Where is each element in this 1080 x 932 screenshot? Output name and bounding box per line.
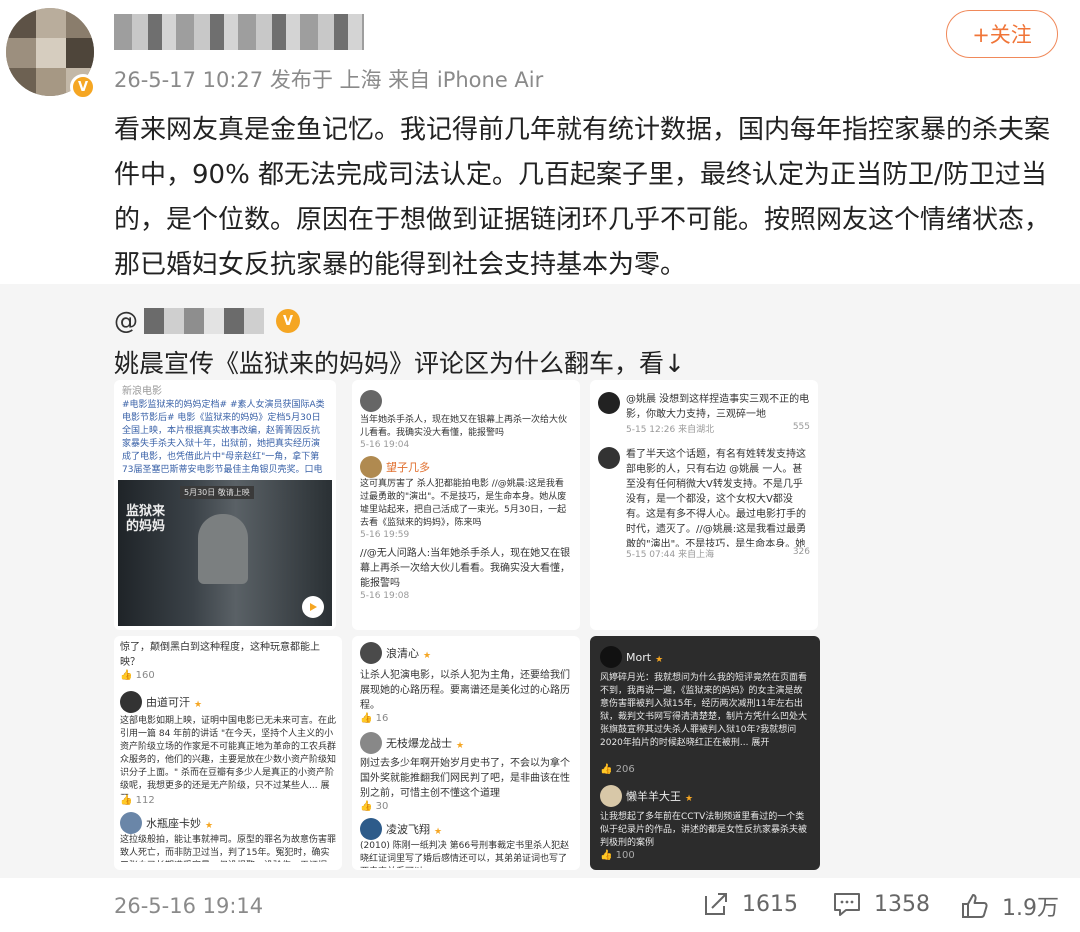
follow-button[interactable]: +关注: [946, 10, 1058, 58]
comment-likes[interactable]: 16: [376, 713, 389, 724]
repost-author[interactable]: @ V: [114, 304, 300, 338]
comment-text: @姚晨 没想到这样捏造事实三观不正的电影，你敢大力支持，三观碎一地: [626, 394, 810, 420]
comment-text: 这部电影如期上映，证明中国电影已无未来可言。在此引用一篇 84 年前的讲话 "在…: [120, 716, 336, 795]
commenter-avatar: [600, 785, 622, 807]
commenter-name: 望子几多: [386, 461, 430, 474]
commenter-avatar: [120, 691, 142, 713]
thumbs-up-icon: [962, 894, 988, 918]
commenter-avatar: [360, 390, 382, 412]
commenter-name: 由道可汗: [146, 696, 190, 709]
image-1[interactable]: 新浪电影 #电影监狱来的妈妈定档# #素人女演员获国际A类电影节影后# 电影《监…: [114, 380, 336, 630]
commenter-avatar: [598, 447, 620, 469]
image-5[interactable]: 浪清心 ★ 让杀人犯演电影，以杀人犯为主角，还要给我们展现她的心路历程。要离谱还是…: [352, 636, 580, 870]
repost-button[interactable]: 1615: [702, 890, 798, 918]
person-figure: [198, 514, 248, 584]
share-icon: [705, 893, 727, 915]
post-meta: 26-5-17 10:27 发布于 上海 来自 iPhone Air: [114, 68, 544, 92]
reposted-post[interactable]: @ V 姚晨宣传《监狱来的妈妈》评论区为什么翻车，看↓ 新浪电影 #电影监狱来的…: [0, 284, 1080, 878]
repost-date: 26-5-16 19:14: [114, 894, 264, 918]
comment-time: 5-15 07:44 来自上海: [626, 550, 715, 560]
rating-stars: ★: [685, 793, 694, 804]
comment-likes[interactable]: 30: [376, 801, 389, 812]
like-button[interactable]: 1.9万: [960, 890, 1059, 922]
comment-icon: [834, 893, 860, 916]
image-source-label: 新浪电影: [122, 386, 162, 397]
verified-badge-icon: V: [70, 74, 96, 100]
commenter-name: 水瓶座卡妙: [146, 817, 201, 830]
commenter-avatar: [120, 812, 142, 834]
comment-text: 让杀人犯演电影，以杀人犯为主角，还要给我们展现她的心路历程。要离谱还是美化过的心…: [360, 670, 570, 711]
release-date-badge: 5月30日 敬请上映: [180, 486, 254, 499]
comment-text: 这拉级般拍，能让事就神司。原型的罪名为故意伤害罪致人死亡，而非防卫过当，判了15…: [120, 835, 336, 862]
post-text: 看来网友真是金鱼记忆。我记得前几年就有统计数据，国内每年指控家暴的杀夫案件中，9…: [114, 115, 1051, 280]
comment-button[interactable]: 1358: [832, 890, 930, 918]
comment-likes[interactable]: 112: [136, 795, 155, 806]
verified-badge-icon: V: [276, 309, 300, 333]
commenter-avatar: [360, 732, 382, 754]
rating-stars: ★: [194, 699, 203, 710]
rating-stars: ★: [655, 654, 664, 665]
film-poster-title: 监狱来的妈妈: [126, 504, 166, 534]
comment-time: 5-15 12:26 来自湖北: [626, 425, 715, 435]
comment-likes[interactable]: 326: [793, 547, 810, 557]
comment-likes[interactable]: 206: [616, 764, 635, 775]
image-2[interactable]: 当年她杀手杀人，现在她又在银幕上再杀一次给大伙儿看看。我确实没大看懂，能报警吗 …: [352, 380, 580, 630]
comment-text: 刚过去多少年啊开始岁月史书了，不会以为拿个国外奖就能推翻我们网民判了吧，是非曲该…: [360, 758, 570, 799]
comment-time: 5-16 19:08: [360, 591, 410, 601]
repost-count: 1615: [742, 891, 798, 917]
comment-likes[interactable]: 100: [616, 850, 635, 861]
rating-stars: ★: [423, 650, 432, 661]
commenter-avatar: [600, 646, 622, 668]
image-caption: #电影监狱来的妈妈定档# #素人女演员获国际A类电影节影后# 电影《监狱来的妈妈…: [122, 400, 325, 475]
rating-stars: ★: [434, 826, 443, 837]
video-thumbnail[interactable]: 监狱来的妈妈 5月30日 敬请上映: [118, 480, 332, 626]
comment-likes[interactable]: 555: [793, 422, 810, 432]
post-footer: 26-5-16 19:14 1615 1358 1.9万: [0, 878, 1080, 932]
repost-text: 姚晨宣传《监狱来的妈妈》评论区为什么翻车，看↓: [114, 349, 685, 378]
commenter-name: 懒羊羊大王: [626, 790, 681, 803]
comment-text: 当年她杀手杀人，现在她又在银幕上再杀一次给大伙儿看看。我确实没大看懂，能报警吗: [360, 415, 568, 438]
comment-likes[interactable]: 160: [136, 670, 155, 681]
rating-stars: ★: [456, 740, 465, 751]
image-4[interactable]: 惊了，颠倒黑白到这种程度，这种玩意都能上映？ 👍 160 由道可汗 ★ 这部电影如…: [114, 636, 342, 870]
image-6[interactable]: Mort ★ 风婷碎月光：我就想问为什么我的短评竟然在页面看不到，我再说一遍，《监…: [590, 636, 820, 870]
commenter-name: 凌波飞翔: [386, 823, 430, 836]
comment-text: 惊了，颠倒黑白到这种程度，这种玩意都能上映？: [120, 642, 320, 668]
comment-time: 5-16 19:04: [360, 440, 410, 450]
commenter-name: 无枝爆龙战士: [386, 737, 452, 750]
image-3[interactable]: @姚晨 没想到这样捏造事实三观不正的电影，你敢大力支持，三观碎一地 5-15 1…: [590, 380, 818, 630]
at-sign: @: [114, 307, 138, 335]
play-icon[interactable]: [302, 596, 324, 618]
comment-text: //@无人问路人:当年她杀手杀人，现在她又在银幕上再杀一次给大伙儿看看。我确实没…: [360, 548, 571, 589]
comment-text: 风婷碎月光：我就想问为什么我的短评竟然在页面看不到，我再说一遍，《监狱来的妈妈》…: [600, 673, 808, 748]
comment-text: 看了半天这个话题，有名有姓转发支持这部电影的人，只有右边 @姚晨 一人。甚至没有…: [626, 449, 807, 547]
post-header: V 26-5-17 10:27 发布于 上海 来自 iPhone Air +关注: [0, 0, 1080, 100]
rating-stars: ★: [205, 820, 214, 831]
repost-username-blurred[interactable]: [144, 308, 264, 334]
commenter-avatar: [360, 456, 382, 478]
comment-text: 这可真厉害了 杀人犯都能拍电影 //@姚晨:这是我看过最勇敢的"演出"。不是技巧…: [360, 479, 567, 528]
like-count: 1.9万: [1002, 896, 1059, 921]
commenter-avatar: [360, 818, 382, 840]
commenter-avatar: [360, 642, 382, 664]
commenter-name: Mort: [626, 650, 652, 664]
comment-count: 1358: [874, 891, 930, 917]
comment-text: 让我想起了多年前在CCTV法制频道里看过的一个类似于纪录片的作品，讲述的都是女性…: [600, 812, 808, 848]
username-blurred[interactable]: [114, 14, 364, 50]
commenter-avatar: [598, 392, 620, 414]
comment-text: (2010) 陈刚一纸判决 第66号刑事裁定书里杀人犯赵晓红证词里写了婚后感情还…: [360, 841, 570, 868]
commenter-name: 浪清心: [386, 647, 419, 660]
comment-time: 5-16 19:59: [360, 530, 410, 540]
